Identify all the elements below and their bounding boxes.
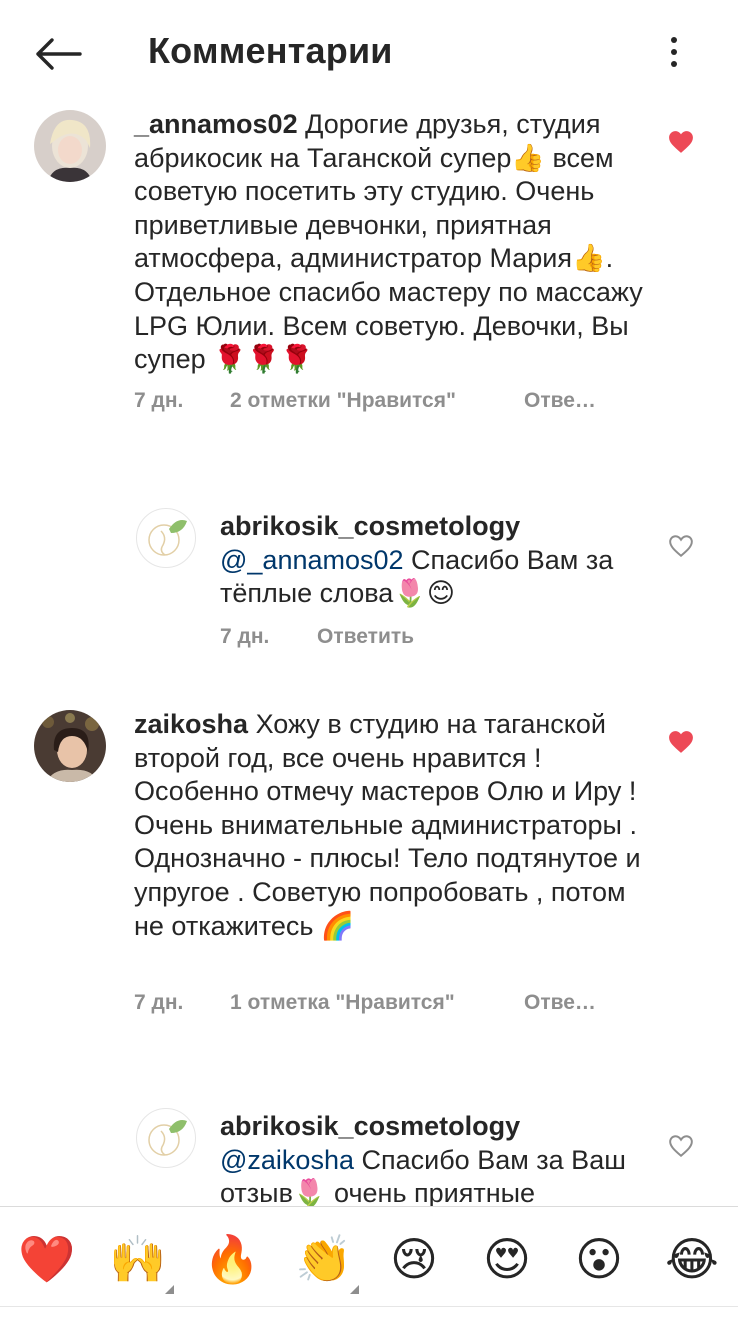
like-button[interactable] <box>666 1131 696 1161</box>
bottom-divider <box>0 1306 738 1307</box>
reply-text: abrikosik_cosmetology @zaikosha Спасибо … <box>220 1110 650 1206</box>
variant-indicator-icon <box>165 1285 174 1294</box>
quick-reactions-bar: ❤️ 🙌 🔥 👏 😢 😍 😮 😂 <box>0 1206 738 1307</box>
reaction-laughing-face-icon[interactable]: 😂 <box>664 1231 720 1287</box>
reaction-surprised-face-icon[interactable]: 😮 <box>571 1231 627 1287</box>
reaction-raised-hands-icon[interactable]: 🙌 <box>109 1231 166 1287</box>
reaction-heart-eyes-icon[interactable]: 😍 <box>479 1231 535 1287</box>
comment-username[interactable]: abrikosik_cosmetology <box>220 1111 520 1141</box>
reaction-fire-icon[interactable]: 🔥 <box>203 1231 260 1287</box>
reaction-clapping-hands-icon[interactable]: 👏 <box>295 1231 352 1287</box>
brand-logo-icon <box>148 1120 187 1156</box>
heart-outline-icon <box>669 1135 693 1158</box>
mention-link[interactable]: @zaikosha <box>220 1145 354 1175</box>
reaction-crying-face-icon[interactable]: 😢 <box>386 1231 442 1287</box>
avatar[interactable] <box>136 1108 196 1168</box>
reply-item: abrikosik_cosmetology @zaikosha Спасибо … <box>0 0 738 1206</box>
variant-indicator-icon <box>350 1285 359 1294</box>
reaction-heart-icon[interactable]: ❤️ <box>18 1231 75 1287</box>
